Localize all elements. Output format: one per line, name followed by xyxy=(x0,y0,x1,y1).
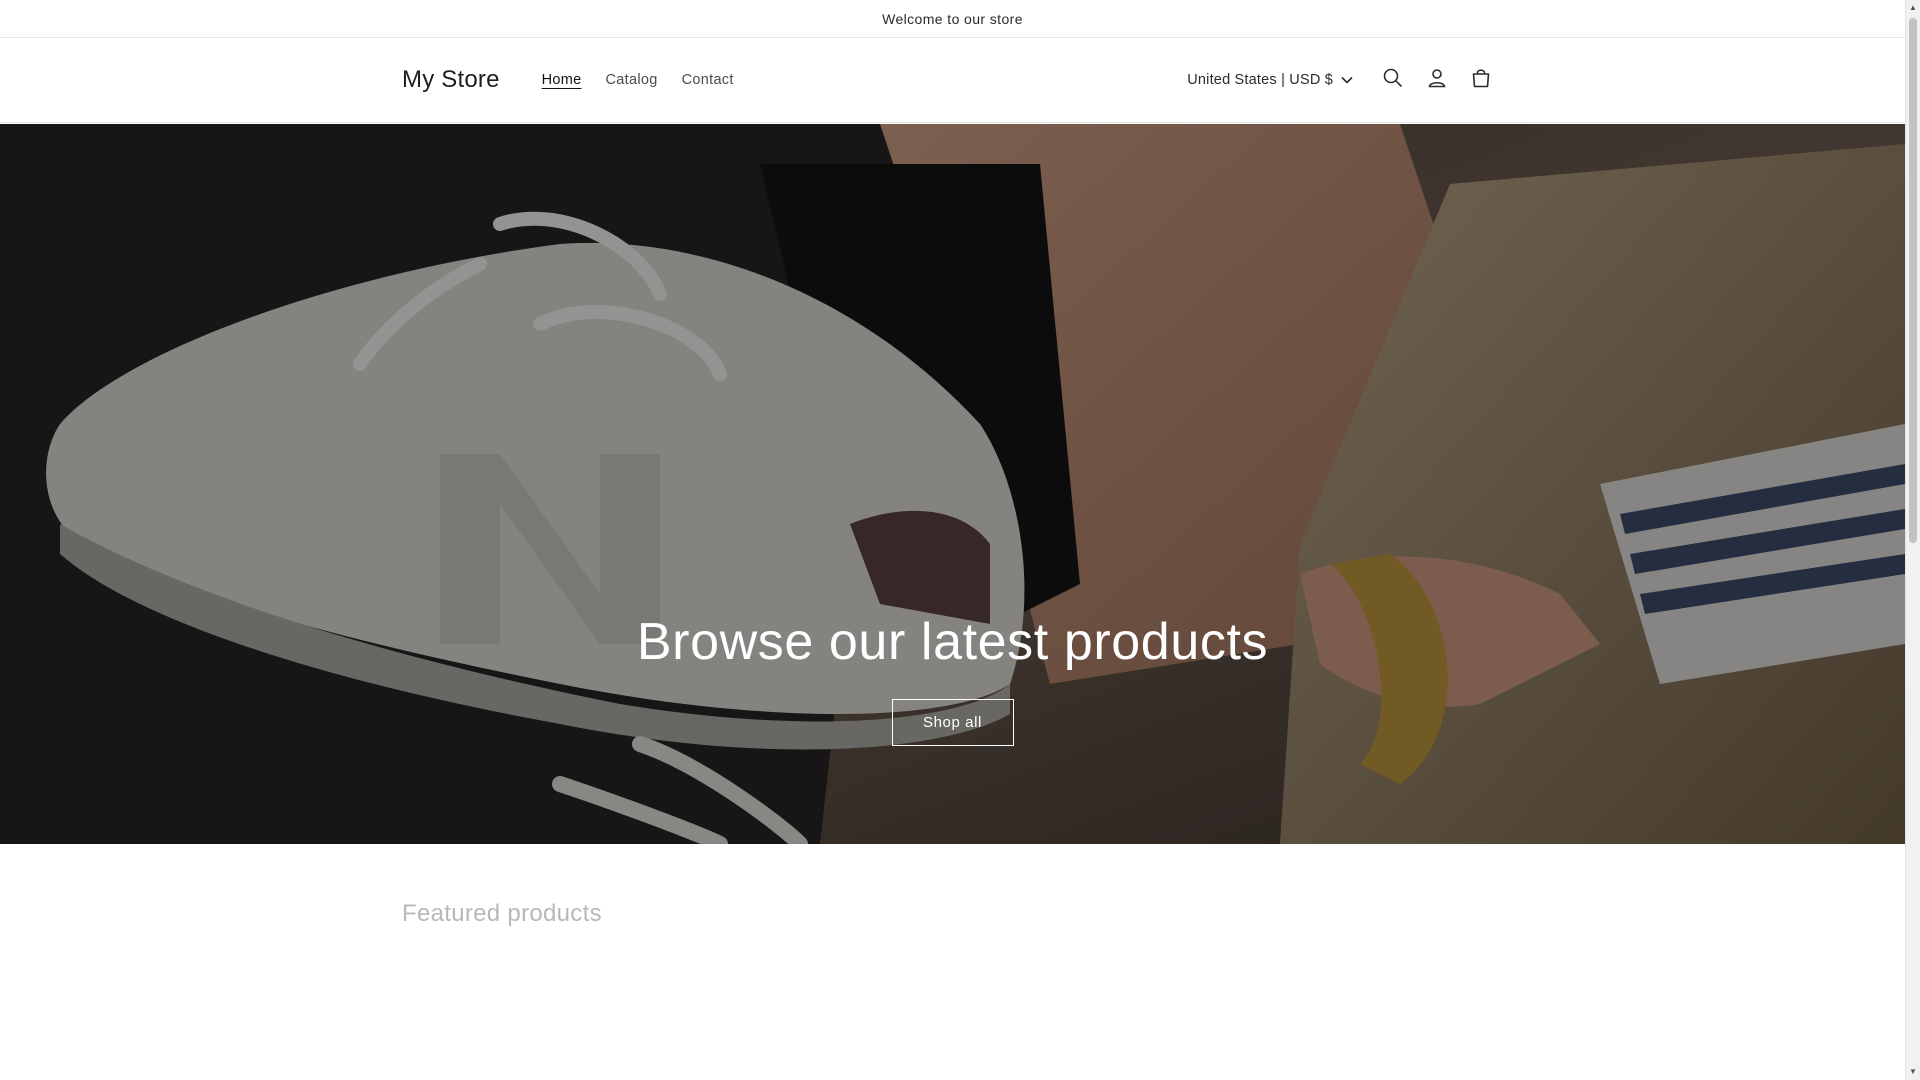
account-button[interactable] xyxy=(1415,58,1459,102)
main-nav: Home Catalog Contact xyxy=(530,66,746,94)
currency-selector[interactable]: United States | USD $ xyxy=(1179,66,1361,94)
header-actions: United States | USD $ xyxy=(1179,58,1503,102)
announcement-text: Welcome to our store xyxy=(882,10,1023,27)
announcement-bar: Welcome to our store xyxy=(0,0,1905,38)
nav-link-contact[interactable]: Contact xyxy=(670,66,746,94)
cart-button[interactable] xyxy=(1459,58,1503,102)
scroll-up-icon[interactable]: ▲ xyxy=(1908,3,1918,13)
cart-icon xyxy=(1470,67,1492,94)
featured-products-title: Featured products xyxy=(402,900,602,927)
site-header: My Store Home Catalog Contact United Sta… xyxy=(0,38,1905,123)
search-icon xyxy=(1382,67,1404,94)
hero-title: Browse our latest products xyxy=(636,613,1269,671)
header-inner: My Store Home Catalog Contact United Sta… xyxy=(402,38,1503,122)
currency-label: United States | USD $ xyxy=(1187,72,1333,88)
featured-products-section: Featured products xyxy=(402,900,602,928)
chevron-down-icon xyxy=(1341,72,1353,88)
search-button[interactable] xyxy=(1371,58,1415,102)
scrollbar-thumb[interactable] xyxy=(1909,18,1917,543)
page-scrollbar[interactable]: ▲ ▼ xyxy=(1905,0,1920,1080)
hero-content: Browse our latest products Shop all xyxy=(0,613,1905,747)
account-icon xyxy=(1426,67,1448,94)
nav-link-catalog[interactable]: Catalog xyxy=(594,66,670,94)
nav-link-home[interactable]: Home xyxy=(530,66,594,94)
hero-banner: Browse our latest products Shop all xyxy=(0,124,1905,844)
store-logo[interactable]: My Store xyxy=(402,66,500,94)
scroll-down-icon[interactable]: ▼ xyxy=(1908,1067,1918,1077)
page: Welcome to our store My Store Home Catal… xyxy=(0,0,1905,1080)
shop-all-button[interactable]: Shop all xyxy=(891,699,1014,747)
